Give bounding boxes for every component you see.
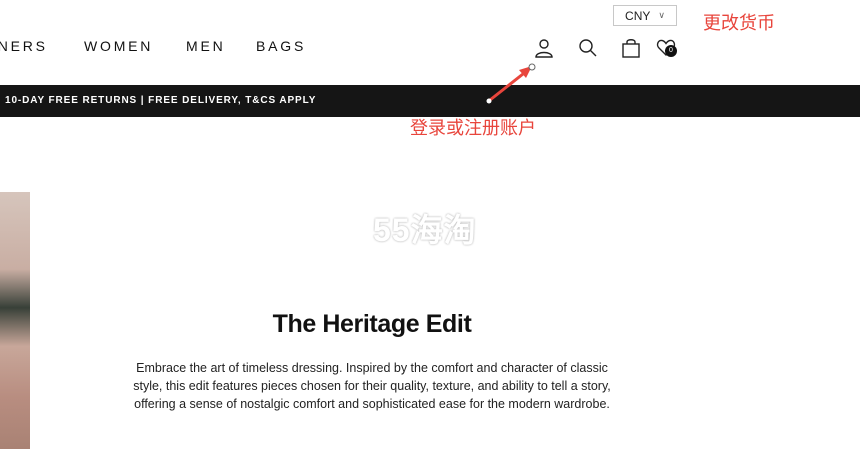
bag-icon[interactable] <box>620 37 642 59</box>
page-title: The Heritage Edit <box>272 310 472 338</box>
nav-women[interactable]: WOMEN <box>84 38 186 54</box>
description-line: offering a sense of nostalgic comfort an… <box>134 397 610 411</box>
hero-description: Embrace the art of timeless dressing. In… <box>100 359 644 413</box>
description-line: Embrace the art of timeless dressing. In… <box>136 361 608 375</box>
nav-bags[interactable]: BAGS <box>256 38 306 54</box>
promo-bar: 10-DAY FREE RETURNS | FREE DELIVERY, T&C… <box>0 85 860 117</box>
annotation-change-currency: 更改货币 <box>703 13 775 34</box>
search-icon[interactable] <box>577 37 599 59</box>
nav-designers[interactable]: GNERS <box>0 38 84 54</box>
annotation-login-register: 登录或注册账户 <box>410 118 536 139</box>
currency-selector[interactable]: CNY ∨ <box>613 5 677 26</box>
main-nav: GNERS WOMEN MEN BAGS <box>0 38 306 54</box>
account-icon[interactable] <box>533 37 555 59</box>
chevron-down-icon: ∨ <box>658 10 665 20</box>
description-line: style, this edit features pieces chosen … <box>133 379 611 393</box>
promo-text: 10-DAY FREE RETURNS | FREE DELIVERY, T&C… <box>5 95 317 106</box>
watermark: 55海淘 <box>373 212 477 248</box>
currency-value: CNY <box>625 8 651 23</box>
nav-men[interactable]: MEN <box>186 38 256 54</box>
wishlist-count-badge: 0 <box>665 45 677 57</box>
